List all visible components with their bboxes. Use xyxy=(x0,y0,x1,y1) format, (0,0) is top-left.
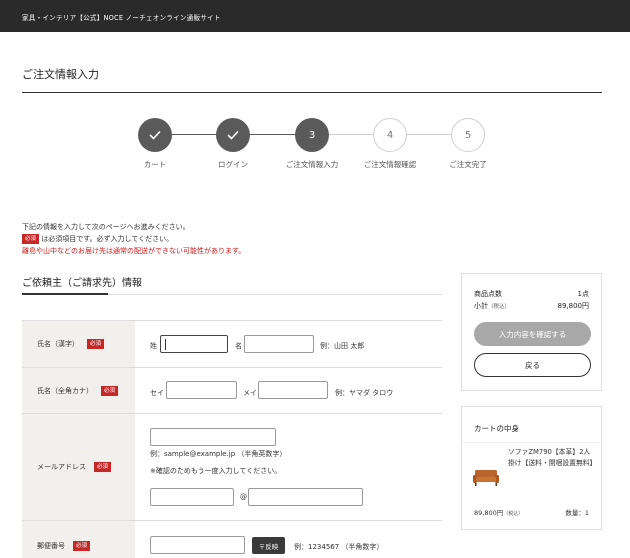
subtotal-value: 89,800円 xyxy=(557,302,590,310)
back-button[interactable]: 戻る xyxy=(474,353,591,377)
email-label: メールアドレス xyxy=(37,463,86,471)
postal-input[interactable] xyxy=(150,536,245,554)
cart-divider xyxy=(462,442,601,443)
cart-contents: カートの中身 ソファZM790【本革】2人掛け【送料・開梱設置無料】 89,80… xyxy=(461,406,602,530)
field-label: 郵便番号 必須 xyxy=(37,540,91,551)
step-4-label: ご注文情報確認 xyxy=(363,160,417,169)
mei-kana-label: メイ xyxy=(243,389,257,397)
subtotal-tax-label: （税込） xyxy=(488,304,511,310)
required-badge: 必須 xyxy=(94,462,112,472)
section-title: ご依頼主（ご請求先）情報 xyxy=(22,278,142,289)
required-badge: 必須 xyxy=(87,339,105,349)
sei-kana-label: セイ xyxy=(150,389,164,397)
orderer-form: 氏名（漢字） 必須 姓 名 例：山田 太郎 氏名（全角カナ） 必須 セイ メイ 例：… xyxy=(22,320,442,558)
sei-kanji-input[interactable] xyxy=(160,335,228,353)
name-kanji-label: 氏名（漢字） xyxy=(37,340,79,348)
notice-line-3: 離島や山中などのお届け先は通常の配送ができない可能性があります。 xyxy=(22,247,246,255)
cart-item-name[interactable]: ソファZM790【本革】2人掛け【送料・開梱設置無料】 xyxy=(508,447,596,469)
step-1-label: カート xyxy=(143,160,167,169)
item-count-value: 1点 xyxy=(577,290,589,298)
sei-label: 姓 xyxy=(150,342,157,350)
notice-line-2-text: は必須項目です。必ず入力してください。 xyxy=(41,235,174,243)
item-count-label: 商品点数 xyxy=(474,290,502,298)
row-name-kanji: 氏名（漢字） 必須 姓 名 例：山田 太郎 xyxy=(22,321,442,368)
cart-item-qty: 数量：1 xyxy=(565,509,589,517)
email-input[interactable] xyxy=(150,428,276,446)
label-cell: メールアドレス 必須 xyxy=(22,414,135,520)
cart-title: カートの中身 xyxy=(474,424,519,433)
cart-price-value: 89,800円 xyxy=(474,509,504,517)
row-postal: 郵便番号 必須 〒反映 例：1234567 （半角数字） xyxy=(22,521,442,558)
subtotal-label: 小計 xyxy=(474,302,488,310)
notice-line-1: 下記の情報を入力して次のページへお進みください。 xyxy=(22,223,190,231)
cart-tax-label: （税込） xyxy=(503,511,524,517)
required-badge: 必須 xyxy=(101,385,119,396)
text-caret xyxy=(165,339,166,350)
site-header: 家具・インテリア【公式】NOCE ノーチェオンライン通販サイト xyxy=(0,0,630,32)
title-divider xyxy=(22,92,602,93)
mei-kana-input[interactable] xyxy=(258,381,328,399)
subtotal-row: 小計（税込） 89,800円 xyxy=(474,301,589,311)
at-sign: @ xyxy=(240,493,247,501)
mei-label: 名 xyxy=(235,342,242,350)
field-label: 氏名（漢字） 必須 xyxy=(37,339,105,349)
order-summary: 商品点数 1点 小計（税込） 89,800円 入力内容を確認する 戻る xyxy=(461,273,602,391)
label-cell: 氏名（漢字） 必須 xyxy=(22,321,135,367)
name-kana-example: 例：ヤマダ タロウ xyxy=(335,389,394,397)
row-name-kana: 氏名（全角カナ） 必須 セイ メイ 例：ヤマダ タロウ xyxy=(22,368,442,414)
step-3-circle: 3 xyxy=(295,118,329,152)
step-2-label: ログイン xyxy=(218,160,248,169)
postal-lookup-button[interactable]: 〒反映 xyxy=(252,537,285,554)
section-divider-accent xyxy=(22,293,108,295)
field-label: 氏名（全角カナ） 必須 xyxy=(37,385,119,396)
page-title: ご注文情報入力 xyxy=(22,68,99,81)
step-5-label: ご注文完了 xyxy=(449,160,487,169)
cart-item-price: 89,800円（税込） xyxy=(474,507,523,517)
label-cell: 氏名（全角カナ） 必須 xyxy=(22,368,135,413)
required-badge: 必須 xyxy=(73,540,91,551)
site-title[interactable]: 家具・インテリア【公式】NOCE ノーチェオンライン通販サイト xyxy=(22,12,221,22)
confirm-input-button[interactable]: 入力内容を確認する xyxy=(474,322,591,346)
sei-kana-input[interactable] xyxy=(166,381,237,399)
item-count-row: 商品点数 1点 xyxy=(474,289,589,299)
email-confirm-domain-input[interactable] xyxy=(248,488,363,506)
postal-example: 例：1234567 （半角数字） xyxy=(294,543,384,551)
form-notice: 下記の情報を入力して次のページへお進みください。 必須 は必須項目です。必ず入力… xyxy=(22,221,245,257)
step-1-circle xyxy=(138,118,172,152)
postal-label: 郵便番号 xyxy=(37,541,65,550)
step-5-circle: 5 xyxy=(451,118,485,152)
name-kanji-example: 例：山田 太郎 xyxy=(320,342,365,350)
notice-line-2: 必須 は必須項目です。必ず入力してください。 xyxy=(22,233,245,245)
row-email: メールアドレス 必須 例：sample@example.jp （半角英数字） ※確… xyxy=(22,414,442,521)
email-confirm-note: ※確認のためもう一度入力してください。 xyxy=(150,467,282,475)
required-badge: 必須 xyxy=(22,234,40,244)
progress-steps: 3 4 5 カート ログイン ご注文情報入力 ご注文情報確認 ご注文完了 xyxy=(0,118,630,178)
label-cell: 郵便番号 必須 xyxy=(22,521,135,558)
name-kana-label: 氏名（全角カナ） xyxy=(37,386,93,395)
field-label: メールアドレス 必須 xyxy=(37,462,112,472)
sofa-thumbnail[interactable] xyxy=(472,467,500,487)
email-example: 例：sample@example.jp （半角英数字） xyxy=(150,450,287,458)
step-3-label: ご注文情報入力 xyxy=(285,160,339,169)
check-icon xyxy=(149,130,161,140)
step-4-circle: 4 xyxy=(373,118,407,152)
check-icon xyxy=(227,130,239,140)
step-2-circle xyxy=(216,118,250,152)
mei-kanji-input[interactable] xyxy=(244,335,314,353)
email-confirm-local-input[interactable] xyxy=(150,488,234,506)
